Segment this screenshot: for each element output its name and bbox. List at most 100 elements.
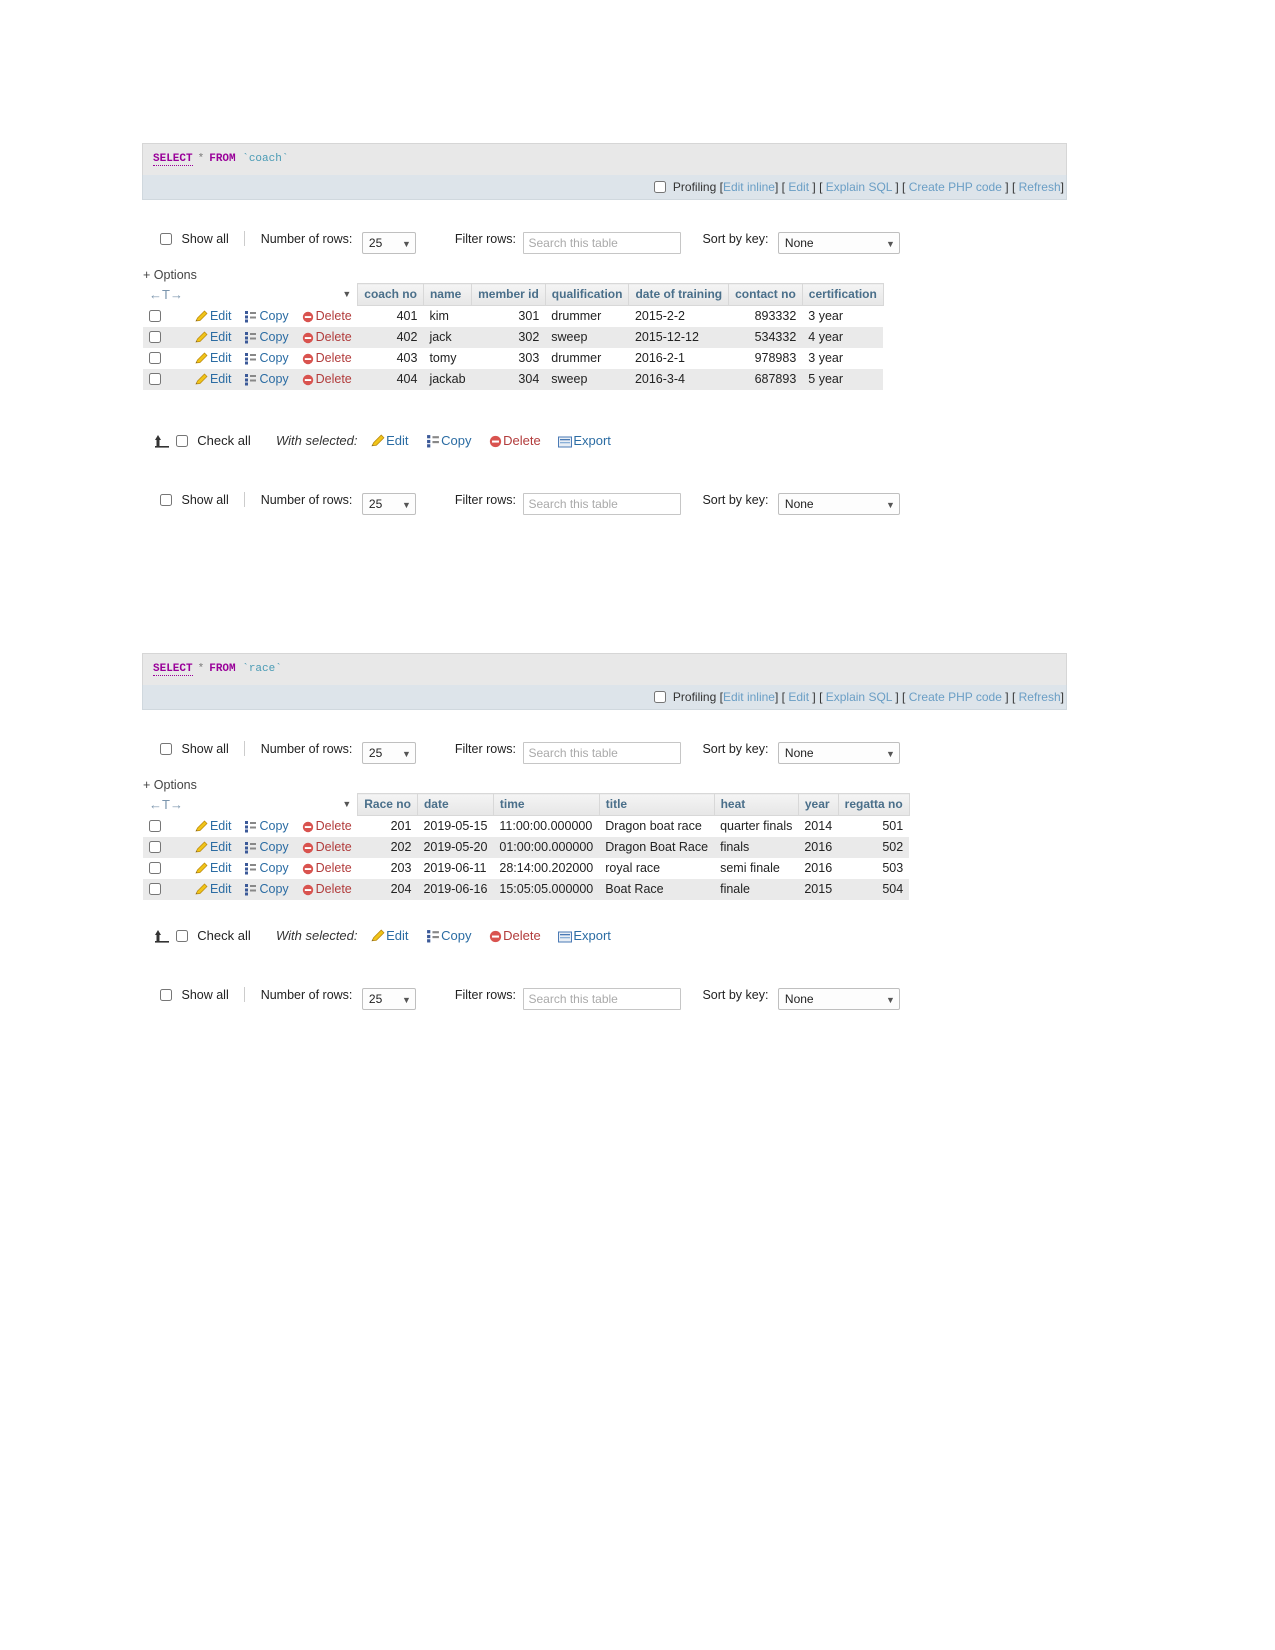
edit-row-link[interactable]: Edit — [210, 861, 232, 875]
bulk-export-link[interactable]: Export — [573, 928, 611, 943]
bulk-copy-link[interactable]: Copy — [441, 433, 471, 448]
refresh-link[interactable]: Refresh — [1019, 690, 1061, 704]
options-toggle-coach[interactable]: + Options — [143, 268, 197, 282]
copy-row-link[interactable]: Copy — [259, 351, 288, 365]
sort-by-key-select[interactable]: None ▼ — [777, 232, 900, 254]
row-checkbox[interactable] — [149, 819, 161, 832]
row-checkbox[interactable] — [149, 373, 161, 385]
delete-row-link[interactable]: Delete — [316, 351, 352, 365]
filter-rows-input[interactable]: Search this table — [523, 988, 682, 1010]
column-header-name[interactable]: name — [422, 283, 473, 306]
row-checkbox[interactable] — [149, 883, 161, 895]
copy-row-link[interactable]: Copy — [259, 819, 288, 833]
sql-query-bar-coach[interactable]: SELECT * FROM `coach` — [142, 143, 1067, 175]
explain-sql-link[interactable]: Explain SQL — [826, 180, 892, 194]
row-select-cell — [143, 858, 189, 879]
copy-row-link[interactable]: Copy — [259, 330, 288, 344]
number-of-rows-select[interactable]: 25 ▼ — [361, 742, 416, 764]
delete-row-link[interactable]: Delete — [316, 861, 352, 875]
sort-by-key-select[interactable]: None ▼ — [777, 493, 900, 515]
check-all-checkbox[interactable] — [175, 930, 188, 942]
delete-row-link[interactable]: Delete — [316, 840, 352, 854]
row-checkbox[interactable] — [149, 862, 161, 874]
bulk-delete-link[interactable]: Delete — [503, 928, 541, 943]
profiling-checkbox[interactable] — [653, 691, 666, 703]
create-php-code-link[interactable]: Create PHP code — [909, 690, 1002, 704]
row-actions-cell: Edit Copy Delete — [188, 327, 358, 348]
number-of-rows-select[interactable]: 25 ▼ — [361, 493, 416, 515]
row-select-cell — [143, 815, 189, 837]
bulk-delete-link[interactable]: Delete — [503, 433, 541, 448]
show-all-checkbox[interactable] — [160, 743, 172, 755]
edit-row-link[interactable]: Edit — [210, 330, 232, 344]
column-header-date[interactable]: date — [416, 793, 494, 816]
column-header-coach-no[interactable]: coach no — [357, 283, 424, 306]
bracket-open-5: [ — [1011, 180, 1016, 194]
column-header-year[interactable]: year — [797, 793, 839, 816]
edit-inline-link[interactable]: Edit inline — [723, 180, 775, 194]
delete-row-link[interactable]: Delete — [316, 372, 352, 386]
copy-row-link[interactable]: Copy — [259, 840, 288, 854]
select-all-arrow-icon[interactable] — [150, 928, 172, 951]
sort-direction-icon[interactable]: ▼ — [188, 283, 358, 306]
edit-row-link[interactable]: Edit — [210, 840, 232, 854]
explain-sql-link[interactable]: Explain SQL — [826, 690, 892, 704]
number-of-rows-select[interactable]: 25 ▼ — [361, 988, 416, 1010]
profiling-checkbox[interactable] — [653, 181, 666, 193]
bulk-edit-link[interactable]: Edit — [386, 928, 408, 943]
column-header-qualification[interactable]: qualification — [544, 283, 630, 306]
copy-icon — [244, 331, 257, 344]
create-php-code-link[interactable]: Create PHP code — [909, 180, 1002, 194]
column-header-time[interactable]: time — [492, 793, 600, 816]
sql-query-bar-race[interactable]: SELECT * FROM `race` — [142, 653, 1067, 685]
edit-row-link[interactable]: Edit — [210, 351, 232, 365]
table-nav-arrows[interactable]: ←T→ — [143, 283, 189, 306]
edit-row-link[interactable]: Edit — [210, 372, 232, 386]
edit-row-link[interactable]: Edit — [210, 819, 232, 833]
number-of-rows-select[interactable]: 25 ▼ — [361, 232, 416, 254]
cell-contact-no: 978983 — [728, 348, 803, 369]
delete-row-link[interactable]: Delete — [316, 882, 352, 896]
column-header-regatta-no[interactable]: regatta no — [837, 793, 910, 816]
delete-row-link[interactable]: Delete — [316, 330, 352, 344]
bulk-edit-link[interactable]: Edit — [386, 433, 408, 448]
table-nav-arrows[interactable]: ←T→ — [143, 793, 189, 816]
edit-row-link[interactable]: Edit — [210, 309, 232, 323]
column-header-title[interactable]: title — [598, 793, 715, 816]
row-checkbox[interactable] — [149, 331, 161, 343]
edit-inline-link[interactable]: Edit inline — [723, 690, 775, 704]
edit-row-link[interactable]: Edit — [210, 882, 232, 896]
column-header-race-no[interactable]: Race no — [357, 793, 418, 816]
show-all-checkbox[interactable] — [160, 494, 172, 506]
row-checkbox[interactable] — [149, 352, 161, 364]
delete-row-link[interactable]: Delete — [316, 309, 352, 323]
delete-row-link[interactable]: Delete — [316, 819, 352, 833]
filter-rows-input[interactable]: Search this table — [523, 742, 682, 764]
show-all-checkbox[interactable] — [160, 989, 172, 1001]
column-header-date-of-training[interactable]: date of training — [628, 283, 730, 306]
refresh-link[interactable]: Refresh — [1019, 180, 1061, 194]
column-header-heat[interactable]: heat — [713, 793, 799, 816]
edit-link[interactable]: Edit — [788, 180, 809, 194]
options-toggle-race[interactable]: + Options — [143, 778, 197, 792]
bulk-export-link[interactable]: Export — [573, 433, 611, 448]
column-header-member-id[interactable]: member id — [471, 283, 546, 306]
copy-row-link[interactable]: Copy — [259, 882, 288, 896]
copy-row-link[interactable]: Copy — [259, 372, 288, 386]
copy-row-link[interactable]: Copy — [259, 309, 288, 323]
sort-by-key-select[interactable]: None ▼ — [777, 742, 900, 764]
check-all-checkbox[interactable] — [175, 435, 188, 447]
copy-row-link[interactable]: Copy — [259, 861, 288, 875]
column-header-certification[interactable]: certification — [801, 283, 884, 306]
edit-link[interactable]: Edit — [788, 690, 809, 704]
row-checkbox[interactable] — [149, 309, 161, 322]
select-all-arrow-icon[interactable] — [150, 433, 172, 456]
filter-rows-input[interactable]: Search this table — [523, 232, 682, 254]
column-header-contact-no[interactable]: contact no — [728, 283, 803, 306]
bulk-copy-link[interactable]: Copy — [441, 928, 471, 943]
row-checkbox[interactable] — [149, 841, 161, 853]
sort-direction-icon[interactable]: ▼ — [188, 793, 358, 816]
sort-by-key-select[interactable]: None ▼ — [777, 988, 900, 1010]
show-all-checkbox[interactable] — [160, 233, 172, 245]
filter-rows-input[interactable]: Search this table — [523, 493, 682, 515]
